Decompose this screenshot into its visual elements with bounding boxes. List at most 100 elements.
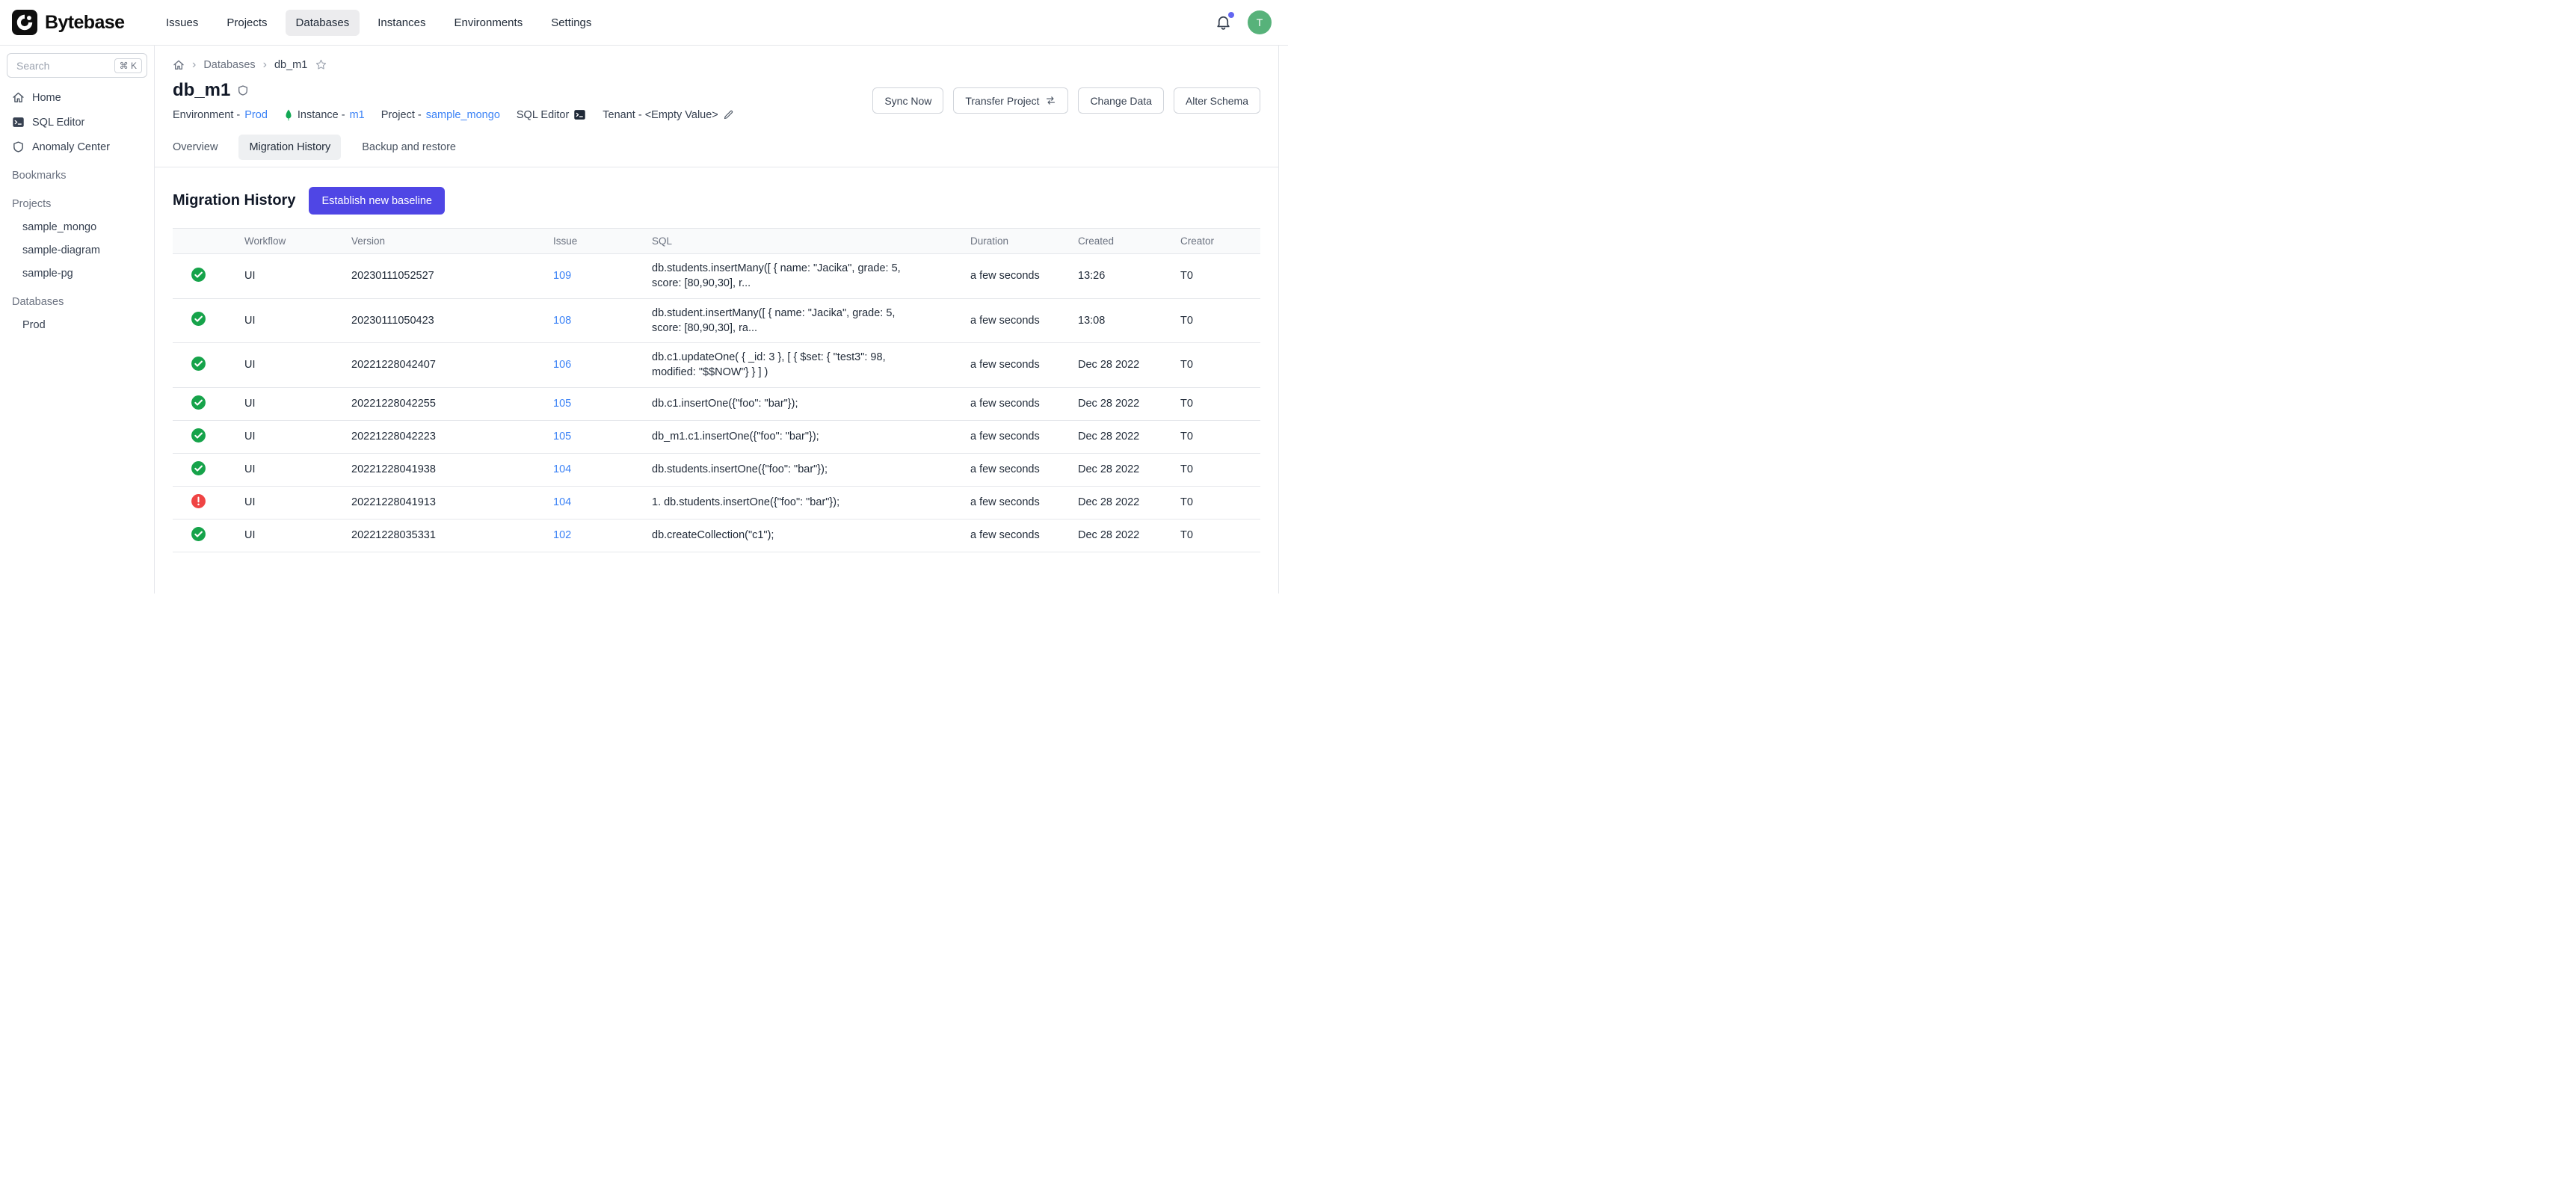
sidebar-item-label: SQL Editor [32, 117, 84, 129]
sql-cell: db.students.insertMany([ { name: "Jacika… [643, 254, 961, 299]
breadcrumb: › Databases › db_m1 [173, 58, 1260, 71]
issue-cell: 102 [544, 519, 643, 552]
workflow-cell: UI [235, 486, 342, 519]
sql-cell: db.c1.insertOne({"foo": "bar"}); [643, 387, 961, 420]
sidebar-sub-item[interactable]: sample_mongo [0, 216, 154, 239]
tab[interactable]: Overview [173, 135, 218, 160]
page-actions: Sync Now Transfer Project Change Data Al… [872, 87, 1260, 114]
created-cell: 13:08 [1069, 298, 1171, 343]
workflow-cell: UI [235, 453, 342, 486]
table-row[interactable]: UI 20230111052527 109 db.students.insert… [173, 254, 1260, 299]
issue-link[interactable]: 105 [553, 398, 571, 410]
table-row[interactable]: UI 20221228041938 104 db.students.insert… [173, 453, 1260, 486]
edit-tenant-pencil-icon[interactable] [723, 109, 734, 120]
sidebar-section-bookmarks: Bookmarks [0, 164, 154, 188]
tab[interactable]: Backup and restore [362, 135, 456, 160]
establish-baseline-button[interactable]: Establish new baseline [309, 187, 445, 215]
workflow-cell: UI [235, 343, 342, 388]
table-row[interactable]: UI 20221228041913 104 1. db.students.ins… [173, 486, 1260, 519]
sidebar-sub-item[interactable]: sample-diagram [0, 239, 154, 262]
topnav-item[interactable]: Projects [216, 10, 277, 36]
issue-link[interactable]: 102 [553, 529, 571, 541]
success-icon [191, 356, 206, 371]
version-cell: 20221228042255 [342, 387, 544, 420]
sidebar-item-label: Anomaly Center [32, 141, 110, 153]
table-row[interactable]: UI 20230111050423 108 db.student.insertM… [173, 298, 1260, 343]
created-cell: Dec 28 2022 [1069, 453, 1171, 486]
search-input[interactable] [15, 59, 110, 73]
instance-link[interactable]: m1 [350, 109, 365, 121]
table-row[interactable]: UI 20221228035331 102 db.createCollectio… [173, 519, 1260, 552]
workflow-cell: UI [235, 387, 342, 420]
bytebase-logo[interactable]: Bytebase [12, 10, 155, 35]
meta-environment: Environment - Prod [173, 109, 268, 121]
sidebar-item-sql-editor[interactable]: SQL Editor [0, 110, 154, 135]
sidebar-section-databases: Databases [0, 290, 154, 314]
issue-link[interactable]: 104 [553, 463, 571, 475]
success-icon [191, 428, 206, 443]
migration-history-header: Migration History Establish new baseline [173, 187, 1260, 215]
topnav-item[interactable]: Issues [155, 10, 209, 36]
success-icon [191, 526, 206, 542]
sidebar-sub-item[interactable]: Prod [0, 314, 154, 337]
app-window: Bytebase Issues Projects Databases Insta… [0, 0, 1288, 594]
table-header: Workflow Version Issue SQL Duration Crea… [173, 229, 1260, 254]
issue-link[interactable]: 105 [553, 431, 571, 443]
sidebar-projects-list: sample_mongo sample-diagram sample-pg [0, 216, 154, 286]
meta-project: Project - sample_mongo [381, 109, 500, 121]
created-cell: Dec 28 2022 [1069, 420, 1171, 453]
sidebar-item-anomaly-center[interactable]: Anomaly Center [0, 135, 154, 159]
transfer-project-button[interactable]: Transfer Project [953, 87, 1068, 114]
change-data-button[interactable]: Change Data [1078, 87, 1164, 114]
sidebar-item-label: Home [32, 92, 61, 104]
creator-cell: T0 [1171, 519, 1260, 552]
duration-cell: a few seconds [961, 453, 1069, 486]
issue-link[interactable]: 108 [553, 315, 571, 327]
issue-link[interactable]: 106 [553, 359, 571, 371]
topnav-item[interactable]: Environments [443, 10, 533, 36]
scrollbar[interactable] [1278, 46, 1288, 594]
avatar[interactable]: T [1248, 10, 1272, 34]
sync-now-button[interactable]: Sync Now [872, 87, 943, 114]
notification-bell-icon[interactable] [1215, 13, 1233, 31]
sidebar-item-home[interactable]: Home [0, 85, 154, 110]
duration-cell: a few seconds [961, 298, 1069, 343]
issue-cell: 108 [544, 298, 643, 343]
topbar-right: T [1215, 10, 1276, 34]
sidebar: ⌘ K Home SQL Editor Anomaly Center [0, 46, 155, 594]
column-header: Issue [544, 229, 643, 254]
breadcrumb-home-icon[interactable] [173, 59, 185, 71]
table-row[interactable]: UI 20221228042407 106 db.c1.updateOne( {… [173, 343, 1260, 388]
sql-editor-link-icon[interactable] [573, 108, 586, 121]
duration-cell: a few seconds [961, 486, 1069, 519]
environment-link[interactable]: Prod [244, 109, 268, 121]
breadcrumb-databases[interactable]: Databases [203, 59, 255, 71]
sql-cell: db.students.insertOne({"foo": "bar"}); [643, 453, 961, 486]
instance-label: Instance - [298, 109, 345, 121]
topnav-item[interactable]: Instances [367, 10, 436, 36]
tab-bar: Overview Migration History Backup and re… [173, 135, 1260, 167]
issue-cell: 105 [544, 420, 643, 453]
tab[interactable]: Migration History [238, 135, 341, 160]
creator-cell: T0 [1171, 343, 1260, 388]
issue-cell: 109 [544, 254, 643, 299]
topnav-item[interactable]: Databases [286, 10, 360, 36]
bookmark-star-icon[interactable] [315, 58, 327, 71]
duration-cell: a few seconds [961, 387, 1069, 420]
migration-history-title: Migration History [173, 192, 295, 209]
issue-cell: 104 [544, 486, 643, 519]
migration-history-table: Workflow Version Issue SQL Duration Crea… [173, 228, 1260, 552]
breadcrumb-current: db_m1 [274, 59, 307, 71]
project-link[interactable]: sample_mongo [426, 109, 500, 121]
issue-link[interactable]: 104 [553, 496, 571, 508]
alter-schema-button[interactable]: Alter Schema [1174, 87, 1260, 114]
topnav-item[interactable]: Settings [540, 10, 602, 36]
issue-link[interactable]: 109 [553, 270, 571, 282]
table-row[interactable]: UI 20221228042255 105 db.c1.insertOne({"… [173, 387, 1260, 420]
sidebar-sub-item[interactable]: sample-pg [0, 262, 154, 286]
version-cell: 20221228042223 [342, 420, 544, 453]
workflow-cell: UI [235, 420, 342, 453]
duration-cell: a few seconds [961, 343, 1069, 388]
workflow-cell: UI [235, 298, 342, 343]
table-row[interactable]: UI 20221228042223 105 db_m1.c1.insertOne… [173, 420, 1260, 453]
